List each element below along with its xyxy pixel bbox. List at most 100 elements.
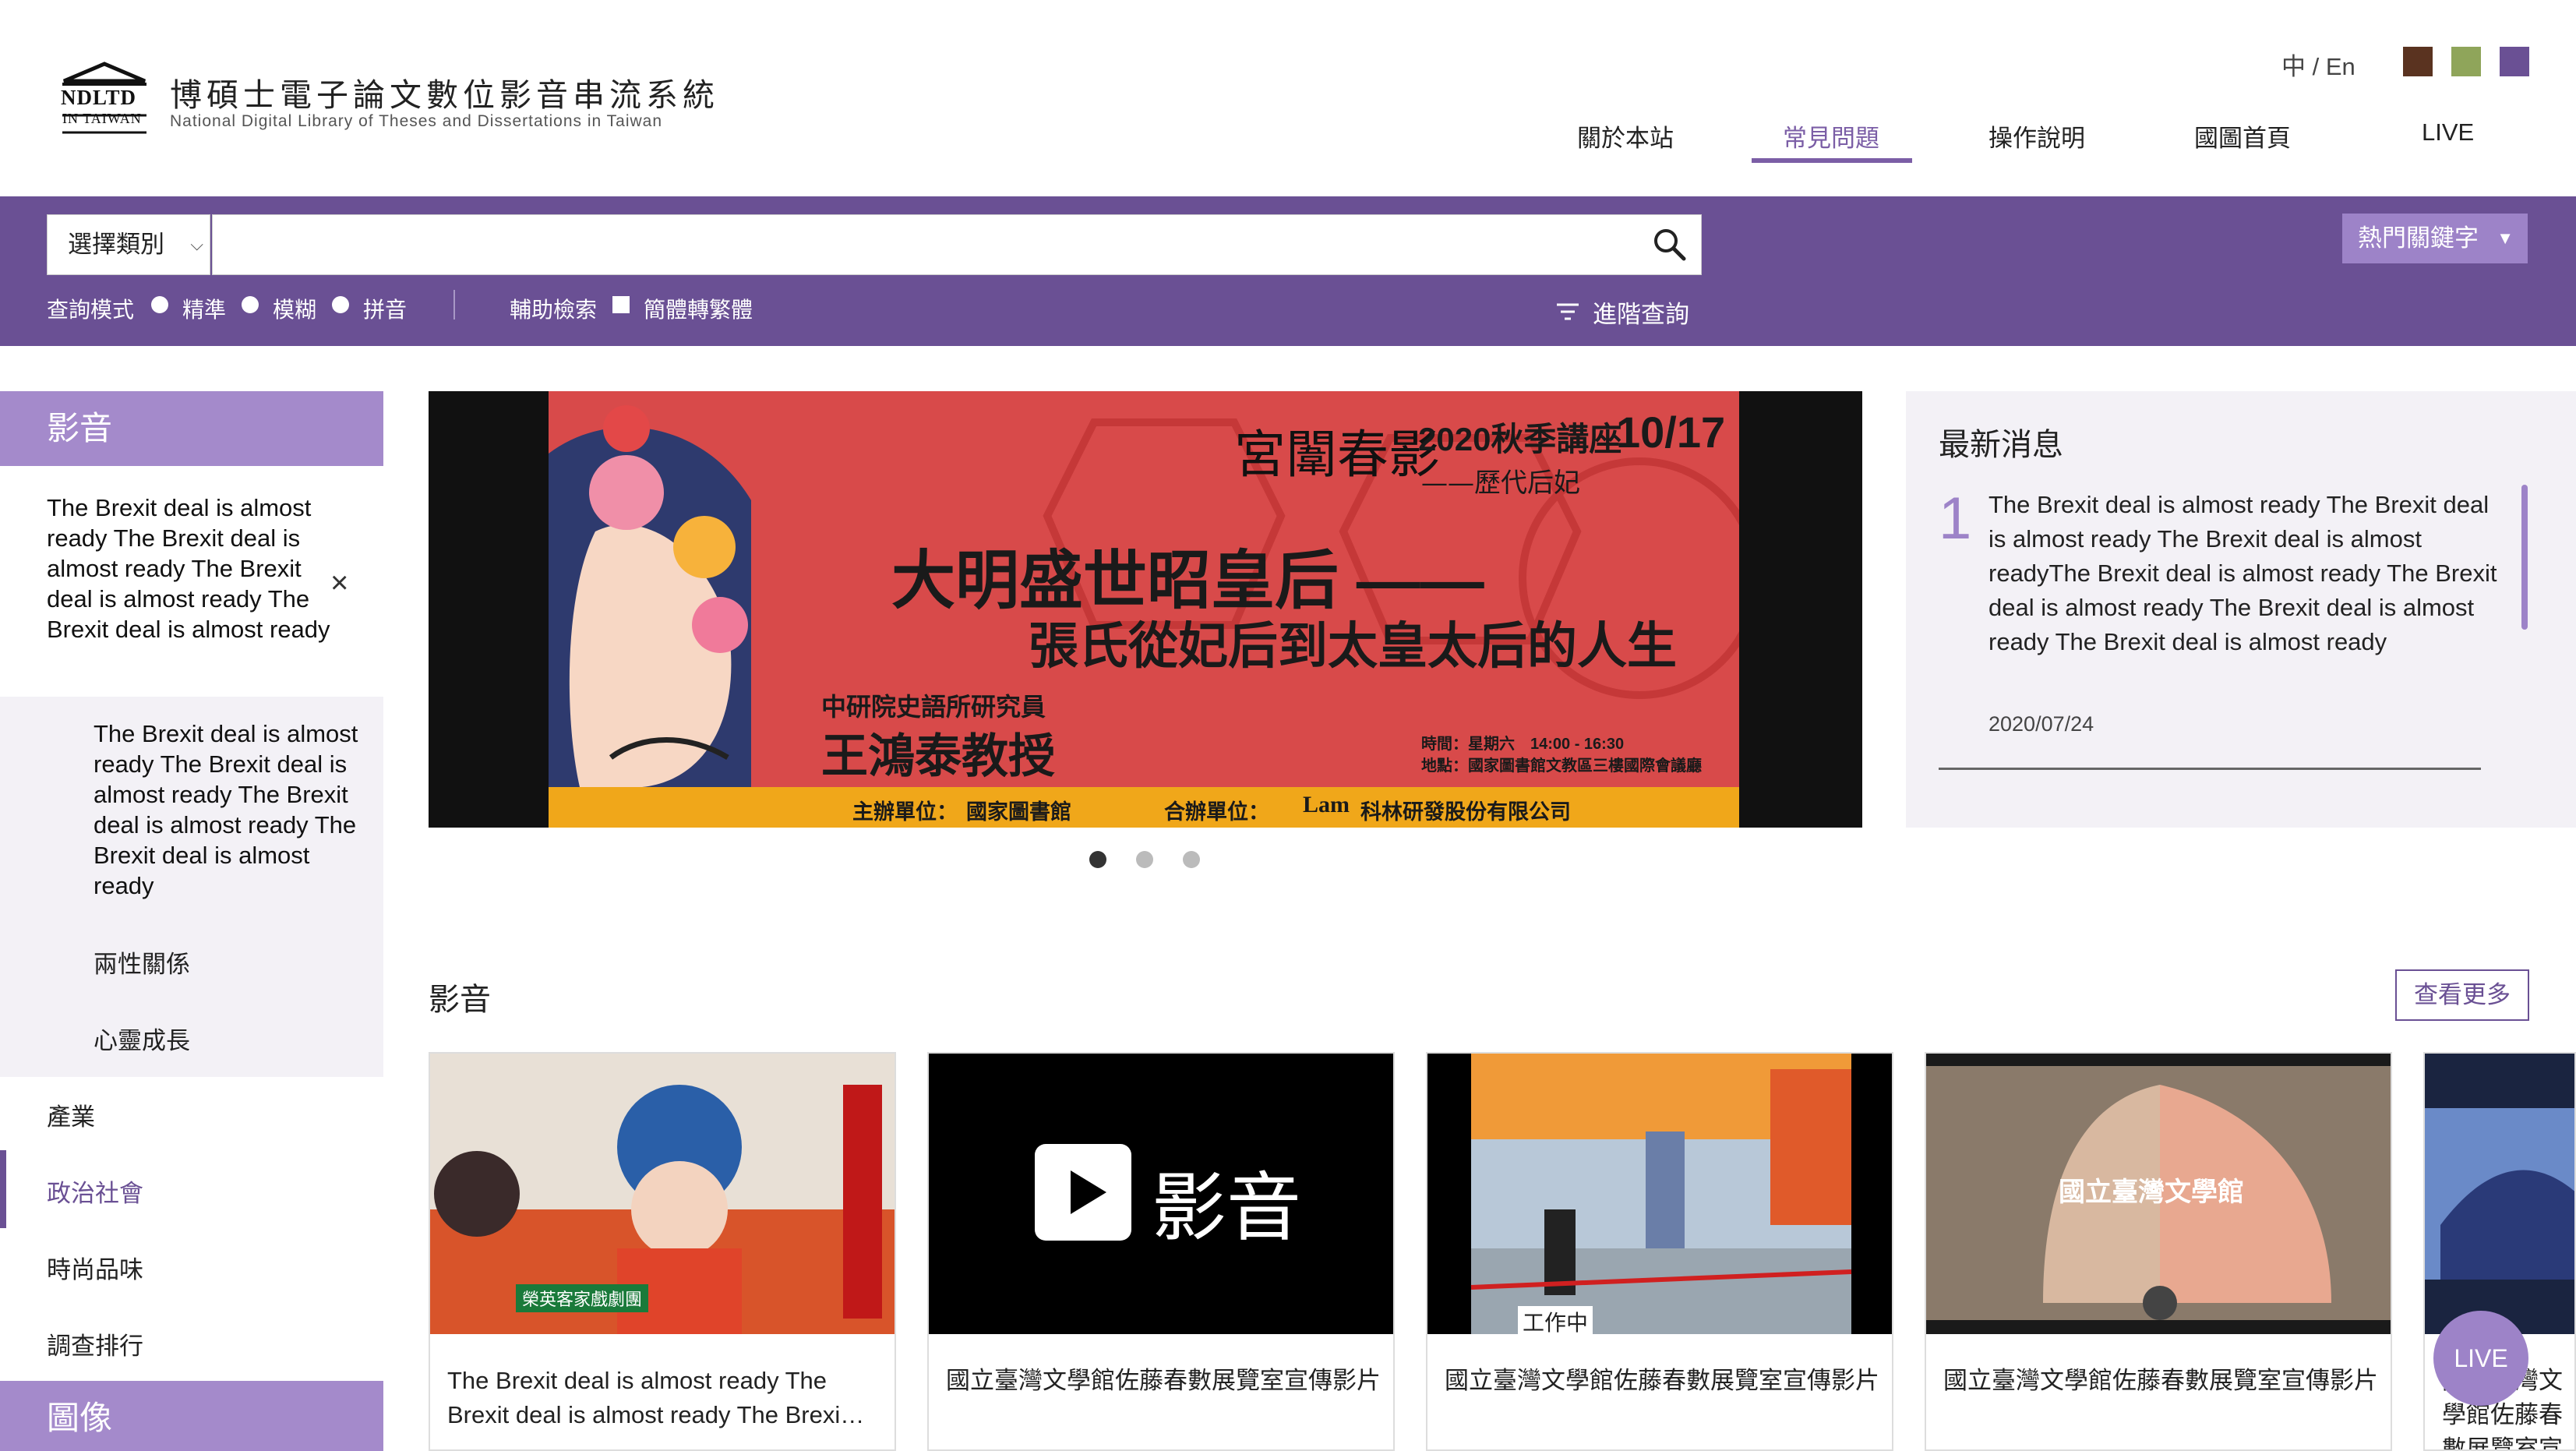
chevron-down-icon: ⌵ xyxy=(190,235,203,254)
opera-troupe-label: 榮英客家戲劇團 xyxy=(516,1284,649,1312)
nav-faq[interactable]: 常見問題 xyxy=(1783,118,1879,154)
carousel-dot-2[interactable] xyxy=(1136,851,1153,868)
video-card[interactable]: 影音 國立臺灣文學館佐藤春數展覽室宣傳影片 xyxy=(927,1052,1395,1451)
logo-taiwan-text: IN TAIWAN xyxy=(62,111,142,126)
sidebar-selected-indicator xyxy=(0,1150,6,1228)
banner-brand-script: 宮闈春影 xyxy=(1234,425,1440,485)
search-input[interactable] xyxy=(212,214,1702,275)
mode-fuzzy-radio[interactable] xyxy=(242,296,259,313)
opera-thumbnail-art xyxy=(430,1054,895,1334)
category-select[interactable]: 選擇類別 ⌵ xyxy=(47,214,210,275)
banner-headline-2: 張氏從妃后到太皇太后的人生 xyxy=(1029,618,1677,674)
language-switcher: 中 / En xyxy=(2281,47,2355,82)
video-thumbnail[interactable] xyxy=(2425,1054,2574,1334)
live-floating-button[interactable]: LIVE xyxy=(2433,1311,2528,1406)
video-card[interactable]: 工作中 國立臺灣文學館佐藤春數展覽室宣傳影片 xyxy=(1426,1052,1893,1451)
video-section-title: 影音 xyxy=(429,983,491,1017)
banner-carousel[interactable]: 宮闈春影 2020秋季講座 10/17 ——歷代后妃 大明盛世昭皇后 —— 張氏… xyxy=(429,391,1862,828)
video-thumbnail[interactable]: 工作中 xyxy=(1427,1054,1892,1334)
nav-ncl-home[interactable]: 國圖首頁 xyxy=(2194,118,2291,154)
lang-zh-link[interactable]: 中 xyxy=(2281,53,2306,80)
mode-pinyin-radio[interactable] xyxy=(332,296,349,313)
video-thumbnail[interactable]: 影音 xyxy=(929,1054,1393,1334)
video-caption[interactable]: 國立臺灣文學館佐藤春數展覽室宣傳影片 xyxy=(1445,1364,1881,1398)
carousel-dot-3[interactable] xyxy=(1183,851,1200,868)
news-item-text[interactable]: The Brexit deal is almost ready The Brex… xyxy=(1988,488,2512,659)
logo-ndltd-text: NDLTD xyxy=(61,86,137,109)
advanced-search-link[interactable]: 進階查詢 xyxy=(1593,295,1689,330)
theme-green-swatch[interactable] xyxy=(2451,47,2481,76)
sidebar-section-image[interactable]: 圖像 xyxy=(0,1381,383,1451)
video-card[interactable]: 榮英客家戲劇團 The Brexit deal is almost ready … xyxy=(429,1052,896,1451)
theme-brown-swatch[interactable] xyxy=(2403,47,2433,76)
banner-date: 10/17 xyxy=(1616,408,1726,457)
sidebar-item-fashion[interactable]: 時尚品味 xyxy=(47,1250,143,1285)
nav-live[interactable]: LIVE xyxy=(2422,118,2474,147)
video-thumbnail[interactable]: 榮英客家戲劇團 xyxy=(430,1054,895,1334)
banner-cohost-logo: Lam xyxy=(1303,792,1350,817)
sidebar-item-ranking[interactable]: 調查排行 xyxy=(47,1326,143,1361)
video-placeholder-label: 影音 xyxy=(1152,1167,1301,1250)
banner-cohost: 科林研發股份有限公司 xyxy=(1360,800,1571,824)
theme-purple-swatch[interactable] xyxy=(2500,47,2529,76)
sidebar-section-video[interactable]: 影音 xyxy=(0,391,383,466)
view-more-button[interactable]: 查看更多 xyxy=(2395,969,2529,1021)
sidebar-subitem[interactable]: The Brexit deal is almost ready The Brex… xyxy=(94,718,371,901)
sidebar-subitem-mind[interactable]: 心靈成長 xyxy=(94,1021,190,1056)
video-thumbnail[interactable]: 國立臺灣文學館 xyxy=(1926,1054,2391,1334)
mode-exact-label[interactable]: 精準 xyxy=(182,293,226,324)
carousel-dot-1[interactable] xyxy=(1089,851,1106,868)
video-caption[interactable]: 國立臺灣文學館佐藤春數展覽室宣傳影片 xyxy=(1943,1364,2380,1398)
video-card[interactable]: 國立臺灣文學館 國立臺灣文學館佐藤春數展覽室宣傳影片 xyxy=(1925,1052,2392,1451)
category-select-label: 選擇類別 xyxy=(68,231,164,258)
working-sign-label: 工作中 xyxy=(1518,1306,1593,1334)
sidebar-item-industry[interactable]: 產業 xyxy=(47,1097,95,1132)
site-title[interactable]: 博碩士電子論文數位影音串流系統 xyxy=(170,69,719,115)
banner-signature: ——歷代后妃 xyxy=(1421,468,1580,499)
close-icon[interactable]: × xyxy=(330,566,348,601)
mode-exact-radio[interactable] xyxy=(151,296,168,313)
news-scrollbar[interactable] xyxy=(2521,485,2528,630)
filter-icon[interactable] xyxy=(1555,301,1580,323)
banner-host: 國家圖書館 xyxy=(966,800,1071,824)
assist-search-label: 輔助檢索 xyxy=(510,298,598,322)
banner-place: 地點：國家圖書館文教區三樓國際會議廳 xyxy=(1421,757,1702,775)
blue-thumbnail-art xyxy=(2425,1108,2574,1280)
convert-label[interactable]: 簡體轉繁體 xyxy=(644,293,753,324)
sidebar-item-politics[interactable]: 政治社會 xyxy=(47,1174,143,1209)
banner-speaker: 王鴻泰教授 xyxy=(821,730,1055,782)
banner-host-label: 主辦單位： xyxy=(852,800,958,824)
news-item-number: 1 xyxy=(1939,485,1972,552)
play-icon xyxy=(1035,1144,1131,1241)
banner-time: 時間：星期六 14:00 - 16:30 xyxy=(1421,736,1625,753)
nav-about[interactable]: 關於本站 xyxy=(1577,118,1674,154)
station-thumbnail-art xyxy=(1470,1054,1852,1334)
caret-down-icon: ▼ xyxy=(2497,228,2514,248)
video-caption[interactable]: The Brexit deal is almost ready The Brex… xyxy=(447,1364,884,1432)
mode-fuzzy-label[interactable]: 模糊 xyxy=(273,293,316,324)
news-item-date: 2020/07/24 xyxy=(1988,712,2094,736)
nav-active-indicator xyxy=(1752,158,1912,163)
banner-series: 2020秋季講座 xyxy=(1418,421,1622,457)
banner-footer: 主辦單位： 國家圖書館 合辦單位： Lam 科林研發股份有限公司 xyxy=(549,787,1739,828)
video-caption[interactable]: 國立臺灣文學館佐藤春數展覽室宣傳影片 xyxy=(946,1364,1382,1398)
options-divider xyxy=(453,290,455,320)
site-header: NDLTD IN TAIWAN 博碩士電子論文數位影音串流系統 National… xyxy=(0,0,2576,196)
lang-separator: / xyxy=(2312,53,2320,80)
nav-guide[interactable]: 操作說明 xyxy=(1988,118,2085,154)
hot-keywords-button[interactable]: 熱門關鍵字 ▼ xyxy=(2342,214,2528,263)
lang-en-link[interactable]: En xyxy=(2326,53,2355,80)
news-title: 最新消息 xyxy=(1939,428,2063,462)
museum-logo-label: 國立臺灣文學館 xyxy=(2059,1177,2244,1207)
banner-slide: 宮闈春影 2020秋季講座 10/17 ——歷代后妃 大明盛世昭皇后 —— 張氏… xyxy=(549,391,1739,828)
convert-checkbox[interactable] xyxy=(612,296,630,313)
search-mode-label: 查詢模式 xyxy=(47,298,135,322)
mode-pinyin-label[interactable]: 拼音 xyxy=(363,293,407,324)
sidebar-subitem-gender[interactable]: 兩性關係 xyxy=(94,944,190,980)
site-subtitle: National Digital Library of Theses and D… xyxy=(170,112,663,130)
search-icon[interactable] xyxy=(1650,225,1689,264)
banner-cohost-label: 合辦單位： xyxy=(1164,800,1269,824)
news-divider xyxy=(1939,768,2481,770)
sidebar-expanded-item[interactable]: The Brexit deal is almost ready The Brex… xyxy=(47,492,335,644)
hot-keywords-label: 熱門關鍵字 xyxy=(2358,224,2479,252)
